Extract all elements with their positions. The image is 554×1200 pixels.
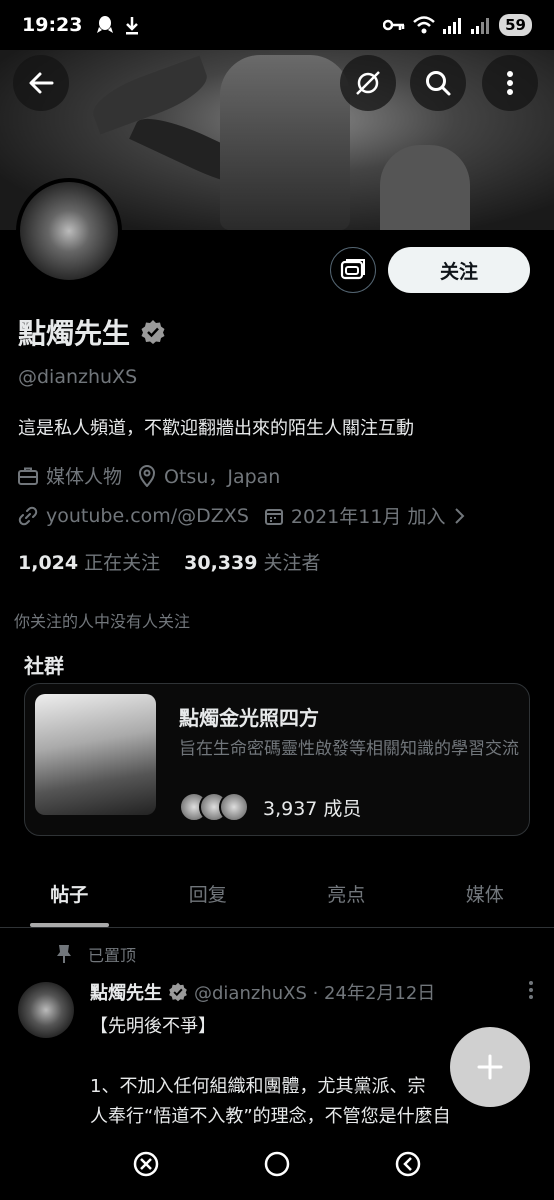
system-nav-bar [0,1127,554,1200]
tab-media[interactable]: 媒体 [416,864,554,927]
community-card[interactable]: 點燭金光照四方 旨在生命密碼靈性啟發等相關知識的學習交流 3,937 成员 [24,683,530,836]
followers-stat[interactable]: 30,339 关注者 [184,548,320,575]
link-icon [18,506,38,525]
tab-highlights[interactable]: 亮点 [277,864,416,927]
profile-category: 媒体人物 [18,462,122,489]
qq-icon [97,16,114,33]
home-icon[interactable] [263,1150,291,1178]
post-more-button[interactable] [528,980,534,1005]
following-stat[interactable]: 1,024 正在关注 [18,548,160,575]
profile-location: Otsu，Japan [138,462,280,489]
mutual-followers-note: 你关注的人中没有人关注 [14,612,191,631]
verified-badge-icon[interactable] [140,319,166,345]
profile-link-label[interactable]: youtube.com/@DZXS [46,505,249,527]
post-author-avatar[interactable] [18,982,74,1038]
community-member-count: 3,937 成员 [263,797,362,820]
banner-figure [220,55,350,230]
download-icon [126,17,139,35]
profile-meta-row-1: 媒体人物 Otsu，Japan [18,462,280,489]
post-header: 點燭先生 @dianzhuXS · 24年2月12日 [90,979,435,1005]
more-vertical-icon [529,981,533,999]
signal-icon [443,18,462,34]
close-apps-icon[interactable] [132,1150,160,1178]
back-arrow-icon [29,72,54,94]
following-count: 1,024 [18,552,79,574]
profile-joined[interactable]: 2021年11月 加入 [264,502,466,529]
compose-button[interactable] [450,1027,530,1107]
status-time: 19:23 [22,14,83,36]
plus-icon [477,1054,503,1080]
search-icon [426,71,451,96]
member-avatars [179,792,249,822]
profile-name-row: 點燭先生 [18,312,166,352]
post-handle-date: @dianzhuXS · 24年2月12日 [194,983,436,1004]
chevron-right-icon [455,507,465,524]
member-avatar [219,792,249,822]
grok-button[interactable] [340,55,396,111]
pinned-label: 已置顶 [88,946,137,965]
follow-button[interactable]: 关注 [388,247,530,293]
profile-handle: @dianzhuXS [18,366,138,388]
status-bar: 19:23 59 [0,0,554,50]
followers-count: 30,339 [184,552,258,574]
community-members: 3,937 成员 [179,792,361,822]
community-section-title: 社群 [24,654,64,678]
profile-joined-label: 2021年11月 加入 [290,506,446,528]
message-icon [340,259,365,280]
banner-figure [380,145,470,230]
profile-bio: 這是私人頻道，不歡迎翻牆出來的陌生人關注互動 [18,418,414,439]
tab-replies[interactable]: 回复 [139,864,278,927]
battery-indicator: 59 [499,14,532,36]
search-button[interactable] [410,55,466,111]
pin-icon [57,945,71,963]
community-name: 點燭金光照四方 [179,706,319,730]
status-right-icons: 59 [383,14,532,36]
key-icon [383,19,405,31]
following-label: 正在关注 [84,552,161,574]
community-image [35,694,156,815]
profile-actions: 关注 [330,247,530,293]
verified-badge-icon [169,982,187,1002]
profile-link[interactable]: youtube.com/@DZXS [18,505,249,527]
grok-icon [356,71,380,95]
more-vertical-icon [507,71,513,95]
calendar-icon [264,508,283,525]
profile-avatar[interactable] [16,178,122,284]
profile-category-label: 媒体人物 [46,466,123,488]
community-description: 旨在生命密碼靈性啟發等相關知識的學習交流 [179,739,519,759]
profile-location-label: Otsu，Japan [164,466,281,488]
wifi-icon [413,16,435,34]
profile-meta-row-2: youtube.com/@DZXS 2021年11月 加入 [18,502,465,529]
back-nav-icon[interactable] [394,1150,422,1178]
pinned-indicator: 已置顶 [56,942,136,966]
location-pin-icon [139,464,156,487]
status-left-icons [96,15,140,35]
signal-icon-2 [471,18,490,34]
back-button[interactable] [13,55,69,111]
followers-label: 关注者 [263,552,321,574]
tab-posts[interactable]: 帖子 [0,864,139,927]
profile-name: 點燭先生 [18,317,131,350]
message-button[interactable] [330,247,376,293]
profile-tabs: 帖子 回复 亮点 媒体 [0,864,554,928]
post-body[interactable]: 【先明後不爭】 1、不加入任何組織和團體，尤其黨派、宗 人奉行“悟道不入教”的理… [90,1012,510,1127]
briefcase-icon [18,467,38,485]
post-author-name[interactable]: 點燭先生 [90,979,162,1005]
follow-stats: 1,024 正在关注 30,339 关注者 [18,548,320,575]
more-button[interactable] [482,55,538,111]
